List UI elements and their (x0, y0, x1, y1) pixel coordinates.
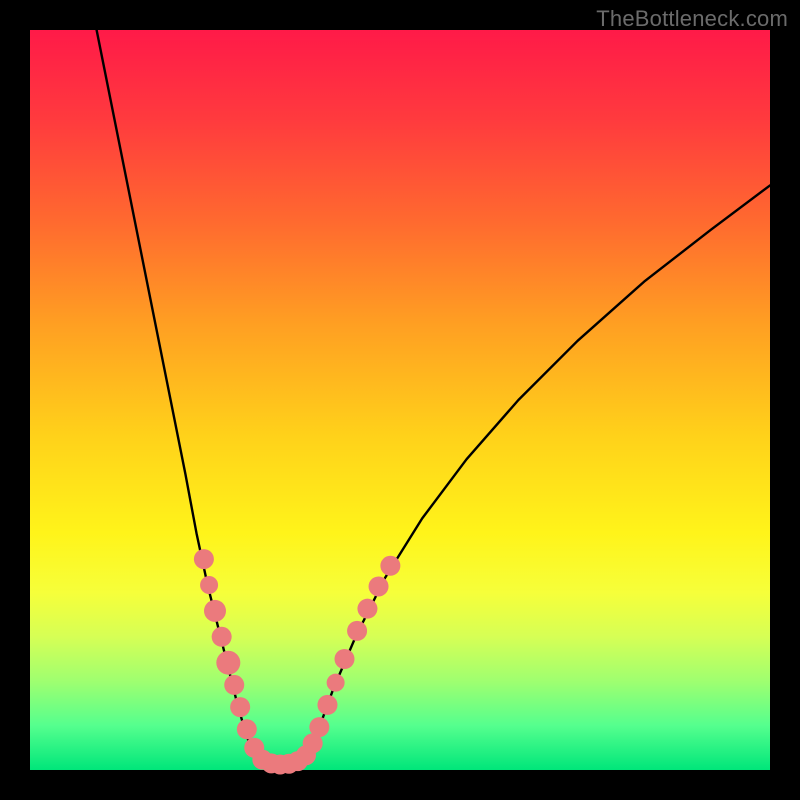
marker-group (194, 549, 400, 774)
curve-path-group (97, 30, 770, 769)
highlight-marker (237, 719, 257, 739)
highlight-marker (327, 674, 345, 692)
highlight-marker (200, 576, 218, 594)
highlight-marker (369, 576, 389, 596)
highlight-marker (194, 549, 214, 569)
chart-svg (30, 30, 770, 770)
highlight-marker (309, 717, 329, 737)
plot-area (30, 30, 770, 770)
highlight-marker (357, 599, 377, 619)
highlight-marker (224, 675, 244, 695)
highlight-marker (317, 695, 337, 715)
highlight-marker (204, 600, 226, 622)
bottleneck-curve (97, 30, 770, 769)
highlight-marker (335, 649, 355, 669)
highlight-marker (230, 697, 250, 717)
chart-frame: TheBottleneck.com (0, 0, 800, 800)
highlight-marker (380, 556, 400, 576)
highlight-marker (212, 627, 232, 647)
highlight-marker (216, 651, 240, 675)
watermark-text: TheBottleneck.com (596, 6, 788, 32)
highlight-marker (347, 621, 367, 641)
